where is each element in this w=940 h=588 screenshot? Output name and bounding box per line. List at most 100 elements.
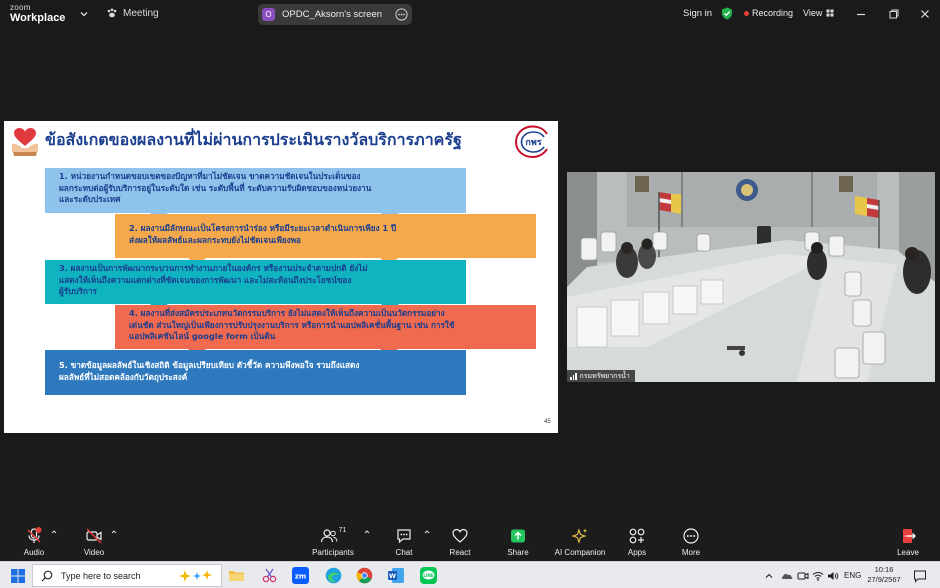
more-options-icon[interactable] bbox=[395, 8, 408, 21]
taskbar-clock[interactable]: 10:16 27/9/2567 bbox=[864, 565, 904, 584]
apps-label: Apps bbox=[627, 548, 647, 557]
sign-in-button[interactable]: Sign in bbox=[683, 8, 712, 19]
slide-point-3-line: ผู้รับบริการ bbox=[59, 286, 97, 296]
slide-point-2-line: 2. ผลงานมีลักษณะเป็นโครงการนำร่อง หรือมี… bbox=[129, 223, 397, 233]
word-app-icon[interactable]: W bbox=[388, 567, 405, 584]
sparkle-icon bbox=[571, 528, 588, 544]
search-highlight-icon bbox=[179, 569, 212, 582]
minimize-icon[interactable] bbox=[854, 7, 868, 21]
meeting-menu[interactable]: Meeting bbox=[106, 7, 159, 19]
volume-icon[interactable] bbox=[827, 570, 839, 582]
input-language[interactable]: ENG bbox=[844, 571, 861, 580]
notification-icon[interactable] bbox=[913, 569, 927, 583]
camera-off-icon bbox=[86, 528, 102, 544]
leave-button[interactable]: Leave bbox=[886, 527, 930, 557]
slide-point-4-line: แอปพลิเคชันไลน์ google form เป็นต้น bbox=[129, 331, 276, 341]
sharer-avatar: O bbox=[262, 8, 275, 21]
participants-count: 71 bbox=[338, 527, 347, 534]
slide-point-5: 5. ขาดข้อมูลผลลัพธ์ในเชิงสถิติ ข้อมูลเปร… bbox=[45, 350, 466, 395]
view-button[interactable]: View bbox=[803, 8, 834, 18]
more-icon bbox=[683, 528, 699, 544]
chevron-up-icon[interactable] bbox=[51, 529, 57, 535]
slide-point-1-line: 1. หน่วยงานกำหนดขอบเขตของปัญหาที่มาไม่ชั… bbox=[59, 171, 361, 181]
snipping-tool-icon[interactable] bbox=[261, 567, 278, 584]
windows-start-icon[interactable] bbox=[11, 569, 25, 583]
paw-icon bbox=[107, 8, 117, 18]
meeting-room-image bbox=[567, 172, 935, 382]
slide-point-2: 2. ผลงานมีลักษณะเป็นโครงการนำร่อง หรือมี… bbox=[115, 214, 536, 258]
meeting-label: Meeting bbox=[123, 7, 159, 19]
zoom-app-icon[interactable]: zm bbox=[292, 567, 309, 584]
svg-text:zm: zm bbox=[295, 573, 306, 581]
clock-date: 27/9/2567 bbox=[867, 575, 901, 584]
share-button[interactable]: Share bbox=[488, 527, 548, 557]
svg-text:W: W bbox=[389, 572, 396, 580]
file-explorer-icon[interactable] bbox=[228, 567, 245, 584]
zoom-workplace-logo: zoom Workplace bbox=[10, 4, 65, 24]
video-label: Video bbox=[83, 548, 105, 557]
chevron-down-icon[interactable] bbox=[78, 8, 90, 20]
slide-point-4-line: 4. ผลงานที่ส่งสมัครประเภทนวัตกรรมบริการ … bbox=[129, 308, 445, 318]
recording-indicator[interactable]: Recording bbox=[744, 8, 793, 18]
restore-icon[interactable] bbox=[887, 7, 901, 21]
chevron-up-icon[interactable] bbox=[364, 529, 370, 535]
slide-point-4: 4. ผลงานที่ส่งสมัครประเภทนวัตกรรมบริการ … bbox=[115, 305, 536, 349]
line-app-icon[interactable]: LINE bbox=[420, 567, 437, 584]
react-label: React bbox=[449, 548, 471, 557]
onedrive-icon[interactable] bbox=[781, 570, 793, 582]
taskbar-search-box[interactable]: Type here to search bbox=[32, 564, 222, 587]
share-title: OPDC_Aksorn's screen bbox=[282, 9, 383, 20]
shield-check-icon[interactable] bbox=[721, 7, 733, 20]
shared-slide[interactable]: ข้อสังเกตของผลงานที่ไม่ผ่านการประเมินราง… bbox=[4, 121, 558, 433]
react-button[interactable]: React bbox=[430, 527, 490, 557]
share-screen-icon bbox=[511, 529, 525, 543]
slide-point-3-line: แสดงให้เห็นถึงความแตกต่างที่ชัดเจนของการ… bbox=[59, 274, 352, 285]
wifi-icon[interactable] bbox=[812, 570, 824, 582]
more-label: More bbox=[681, 548, 701, 557]
chat-bubble-icon bbox=[397, 529, 411, 544]
svg-text:LINE: LINE bbox=[423, 573, 434, 578]
more-button[interactable]: More bbox=[661, 527, 721, 557]
slide-point-1-line: ผลกระทบต่อผู้รับบริการอยู่ในระดับใด เช่น… bbox=[59, 182, 372, 193]
signal-bars-icon bbox=[570, 373, 577, 380]
opdc-logo: กพร bbox=[514, 125, 548, 158]
recording-label: Recording bbox=[752, 8, 794, 18]
participants-button[interactable]: 71 Participants bbox=[303, 527, 363, 557]
taskbar-search-placeholder: Type here to search bbox=[61, 570, 141, 581]
slide-point-3: 3. ผลงานเป็นการพัฒนากระบวนการทำงานภายในอ… bbox=[45, 260, 466, 304]
screen-share-pill[interactable]: O OPDC_Aksorn's screen bbox=[258, 4, 412, 25]
clock-time: 10:16 bbox=[874, 565, 894, 574]
chat-label: Chat bbox=[395, 548, 413, 557]
chevron-up-icon[interactable] bbox=[111, 529, 117, 535]
slide-point-1-line: และระดับประเทศ bbox=[59, 194, 121, 204]
slide-point-1: 1. หน่วยงานกำหนดขอบเขตของปัญหาที่มาไม่ชั… bbox=[45, 168, 466, 213]
participant-video[interactable]: กรมทรัพยากรน้ำ bbox=[567, 172, 935, 382]
participant-name: กรมทรัพยากรน้ำ bbox=[579, 372, 630, 380]
tray-chevron-up-icon[interactable] bbox=[764, 571, 774, 581]
chrome-browser-icon[interactable] bbox=[356, 567, 373, 584]
ai-companion-button[interactable]: AI Companion bbox=[550, 527, 610, 557]
search-icon bbox=[41, 570, 53, 581]
slide-point-3-line: 3. ผลงานเป็นการพัฒนากระบวนการทำงานภายในอ… bbox=[59, 263, 368, 273]
meet-now-icon[interactable] bbox=[797, 570, 809, 582]
title-bar: zoom Workplace Meeting O OPDC_Aksorn's s… bbox=[0, 0, 940, 29]
slide-point-4-line: เด่นชัด ส่วนใหญ่เป็นเพียงการปรับปรุงงานบ… bbox=[129, 319, 455, 330]
leave-label: Leave bbox=[897, 548, 919, 557]
close-icon[interactable] bbox=[918, 7, 932, 21]
apps-button[interactable]: Apps bbox=[607, 527, 667, 557]
edge-browser-icon[interactable] bbox=[325, 567, 342, 584]
opdc-logo-text: กพร bbox=[525, 138, 541, 148]
slide-point-2-line: ส่งผลให้ผลลัพธ์และผลกระทบยังไม่ชัดเจนเพี… bbox=[129, 234, 301, 245]
recording-dot-icon bbox=[744, 10, 749, 16]
heart-hands-icon bbox=[12, 128, 38, 156]
participants-icon bbox=[320, 529, 337, 543]
slide-title: ข้อสังเกตของผลงานที่ไม่ผ่านการประเมินราง… bbox=[45, 130, 462, 149]
slide-point-5-line: 5. ขาดข้อมูลผลลัพธ์ในเชิงสถิติ ข้อมูลเปร… bbox=[59, 360, 360, 370]
microphone-muted-icon bbox=[27, 527, 42, 543]
audio-label: Audio bbox=[23, 548, 45, 557]
participants-label: Participants bbox=[312, 548, 354, 557]
slide-page-number: 45 bbox=[544, 419, 551, 425]
brand-top: zoom bbox=[10, 3, 31, 12]
leave-door-icon bbox=[903, 529, 916, 543]
apps-icon bbox=[629, 528, 645, 544]
